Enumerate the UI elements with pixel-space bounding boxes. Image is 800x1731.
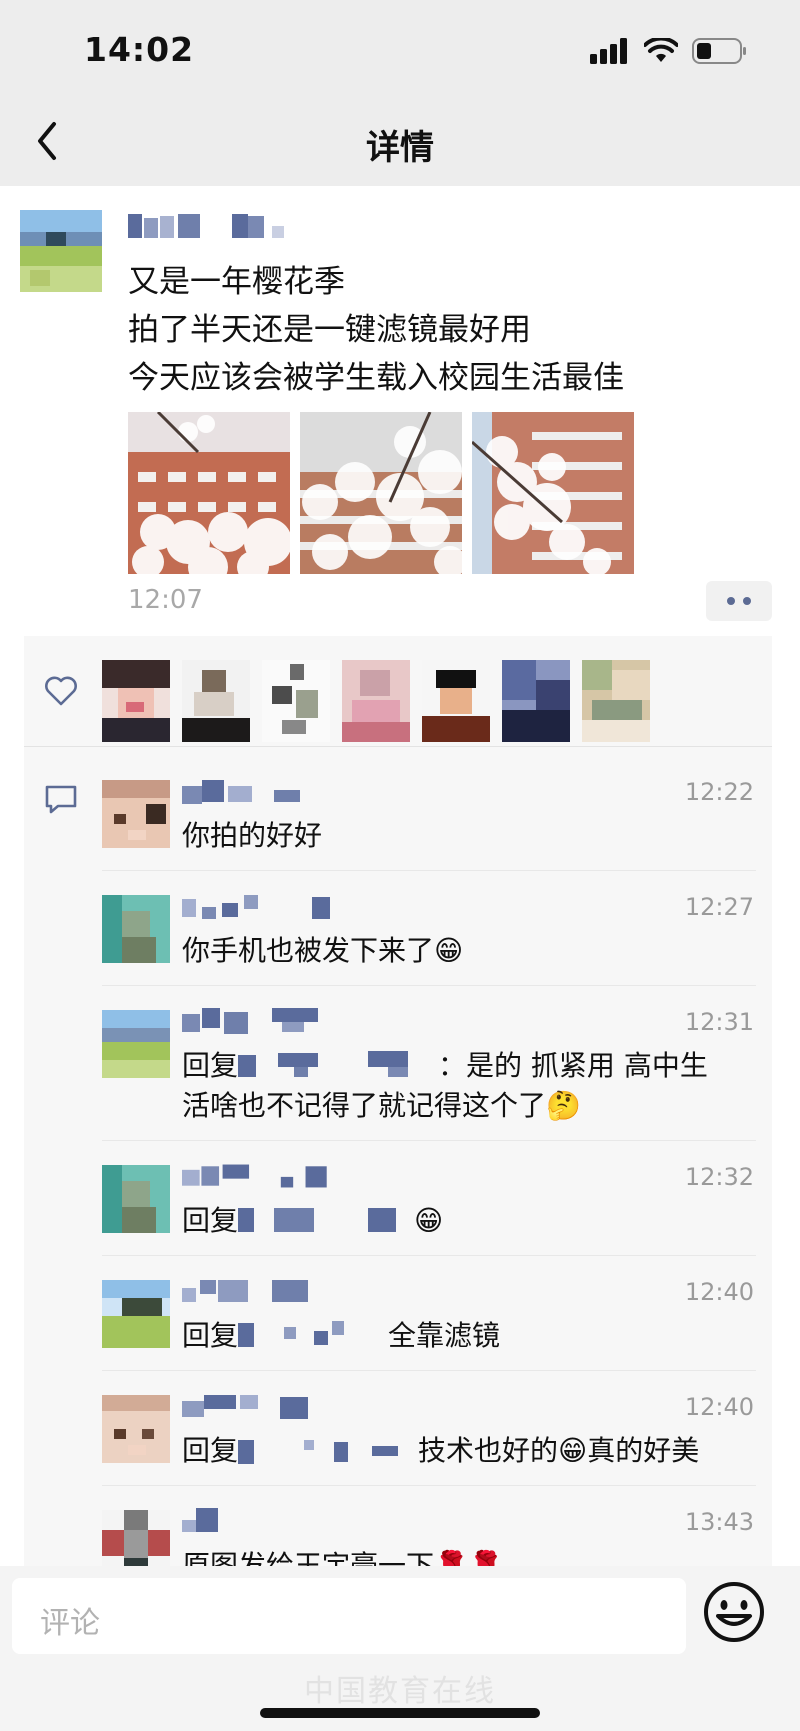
reply-target-name-blurred[interactable] bbox=[238, 1434, 418, 1464]
post-photo-3[interactable] bbox=[472, 412, 634, 574]
reply-prefix: 回复 bbox=[182, 1204, 239, 1237]
comment-text-line2: 活啥也不记得了就记得这个了🤔 bbox=[182, 1089, 581, 1122]
commenter-avatar[interactable] bbox=[102, 1165, 170, 1233]
comment-text: 回复 😁 bbox=[182, 1201, 756, 1241]
interaction-panel: 12:22 你拍的好好 12:27 你手机也被发下来了😁 12:31 回复 ：是的… bbox=[24, 636, 772, 1582]
post-author-name-blurred[interactable] bbox=[128, 210, 308, 242]
post-photos bbox=[128, 412, 634, 574]
commenter-name-blurred[interactable] bbox=[182, 776, 332, 806]
status-time: 14:02 bbox=[84, 30, 195, 69]
liker-avatar[interactable] bbox=[422, 660, 490, 742]
comment-text: 你拍的好好 bbox=[182, 819, 323, 852]
heart-icon bbox=[45, 676, 77, 706]
comment-item[interactable]: 12:22 你拍的好好 bbox=[102, 756, 756, 871]
commenter-name-blurred[interactable] bbox=[182, 1161, 332, 1191]
reply-prefix: 回复 bbox=[182, 1434, 239, 1467]
likes-row bbox=[24, 646, 772, 750]
comment-item[interactable]: 12:32 回复 😁 bbox=[102, 1141, 756, 1256]
comment-text: 回复 ：是的 抓紧用 高中生 bbox=[182, 1046, 756, 1086]
liker-avatar[interactable] bbox=[502, 660, 570, 742]
comment-text: 回复 全靠滤镜 bbox=[182, 1316, 756, 1356]
likes-divider bbox=[24, 746, 772, 747]
comment-time: 12:40 bbox=[684, 1278, 754, 1306]
commenter-name-blurred[interactable] bbox=[182, 1006, 332, 1036]
commenter-name-blurred[interactable] bbox=[182, 891, 332, 921]
liker-avatar[interactable] bbox=[582, 660, 650, 742]
more-actions-button[interactable] bbox=[706, 581, 772, 621]
reply-target-name-blurred[interactable] bbox=[238, 1049, 438, 1079]
commenter-avatar[interactable] bbox=[102, 1010, 170, 1078]
comment-input-placeholder: 评论 bbox=[40, 1606, 100, 1641]
liker-avatars bbox=[102, 660, 650, 742]
reply-text: 技术也好的😁真的好美 bbox=[418, 1434, 700, 1467]
comment-time: 12:22 bbox=[684, 778, 754, 806]
signal-icon bbox=[590, 38, 627, 64]
reply-prefix: 回复 bbox=[182, 1049, 239, 1082]
post-line: 拍了半天还是一键滤镜最好用 bbox=[128, 312, 531, 348]
reply-target-name-blurred[interactable] bbox=[238, 1319, 388, 1349]
comment-input[interactable]: 评论 bbox=[12, 1578, 686, 1654]
commenter-avatar[interactable] bbox=[102, 1280, 170, 1348]
wifi-icon bbox=[644, 38, 678, 62]
comment-text: 回复 技术也好的😁真的好美 bbox=[182, 1431, 756, 1471]
comment-item[interactable]: 12:40 回复 全靠滤镜 bbox=[102, 1256, 756, 1371]
watermark: 中国教育在线 bbox=[304, 1674, 496, 1709]
post-timestamp: 12:07 bbox=[128, 585, 203, 615]
comment-item[interactable]: 12:31 回复 ：是的 抓紧用 高中生 活啥也不记得了就记得这个了🤔 bbox=[102, 986, 756, 1141]
comment-input-bar: 评论 中国教育在线 bbox=[0, 1566, 800, 1731]
commenter-name-blurred[interactable] bbox=[182, 1506, 332, 1536]
commenter-name-blurred[interactable] bbox=[182, 1391, 332, 1421]
comment-time: 12:27 bbox=[684, 893, 754, 921]
dot-icon bbox=[743, 597, 751, 605]
liker-avatar[interactable] bbox=[182, 660, 250, 742]
commenter-avatar[interactable] bbox=[102, 895, 170, 963]
comment-time: 12:31 bbox=[684, 1008, 754, 1036]
home-indicator bbox=[260, 1708, 540, 1718]
page-title: 详情 bbox=[366, 128, 434, 168]
reply-target-name-blurred[interactable] bbox=[238, 1204, 414, 1234]
commenter-avatar[interactable] bbox=[102, 780, 170, 848]
dot-icon bbox=[727, 597, 735, 605]
reply-text: 全靠滤镜 bbox=[388, 1319, 501, 1352]
battery-icon bbox=[692, 38, 746, 64]
comment-time: 13:43 bbox=[684, 1508, 754, 1536]
post-text: 又是一年樱花季 拍了半天还是一键滤镜最好用 今天应该会被学生载入校园生活最佳 bbox=[128, 258, 624, 402]
post-line: 又是一年樱花季 bbox=[128, 264, 345, 300]
reply-text: ：是的 抓紧用 高中生 bbox=[438, 1049, 708, 1082]
comment-time: 12:40 bbox=[684, 1393, 754, 1421]
status-icons bbox=[590, 38, 748, 64]
liker-avatar[interactable] bbox=[102, 660, 170, 742]
post-line: 今天应该会被学生载入校园生活最佳 bbox=[128, 360, 624, 396]
comment-text: 你手机也被发下来了😁 bbox=[182, 934, 464, 967]
emoji-icon[interactable] bbox=[702, 1580, 766, 1644]
comment-time: 12:32 bbox=[684, 1163, 754, 1191]
post-author-avatar[interactable] bbox=[20, 210, 102, 292]
commenter-avatar[interactable] bbox=[102, 1395, 170, 1463]
comment-item[interactable]: 12:27 你手机也被发下来了😁 bbox=[102, 871, 756, 986]
liker-avatar[interactable] bbox=[342, 660, 410, 742]
top-bar: 14:02 详情 bbox=[0, 0, 800, 186]
comment-list: 12:22 你拍的好好 12:27 你手机也被发下来了😁 12:31 回复 ：是的… bbox=[102, 756, 756, 1600]
post-photo-1[interactable] bbox=[128, 412, 290, 574]
comment-bubble-icon bbox=[45, 785, 77, 814]
commenter-name-blurred[interactable] bbox=[182, 1276, 332, 1306]
reply-text: 😁 bbox=[414, 1204, 444, 1237]
reply-prefix: 回复 bbox=[182, 1319, 239, 1352]
post-photo-2[interactable] bbox=[300, 412, 462, 574]
comment-item[interactable]: 12:40 回复 技术也好的😁真的好美 bbox=[102, 1371, 756, 1486]
liker-avatar[interactable] bbox=[262, 660, 330, 742]
